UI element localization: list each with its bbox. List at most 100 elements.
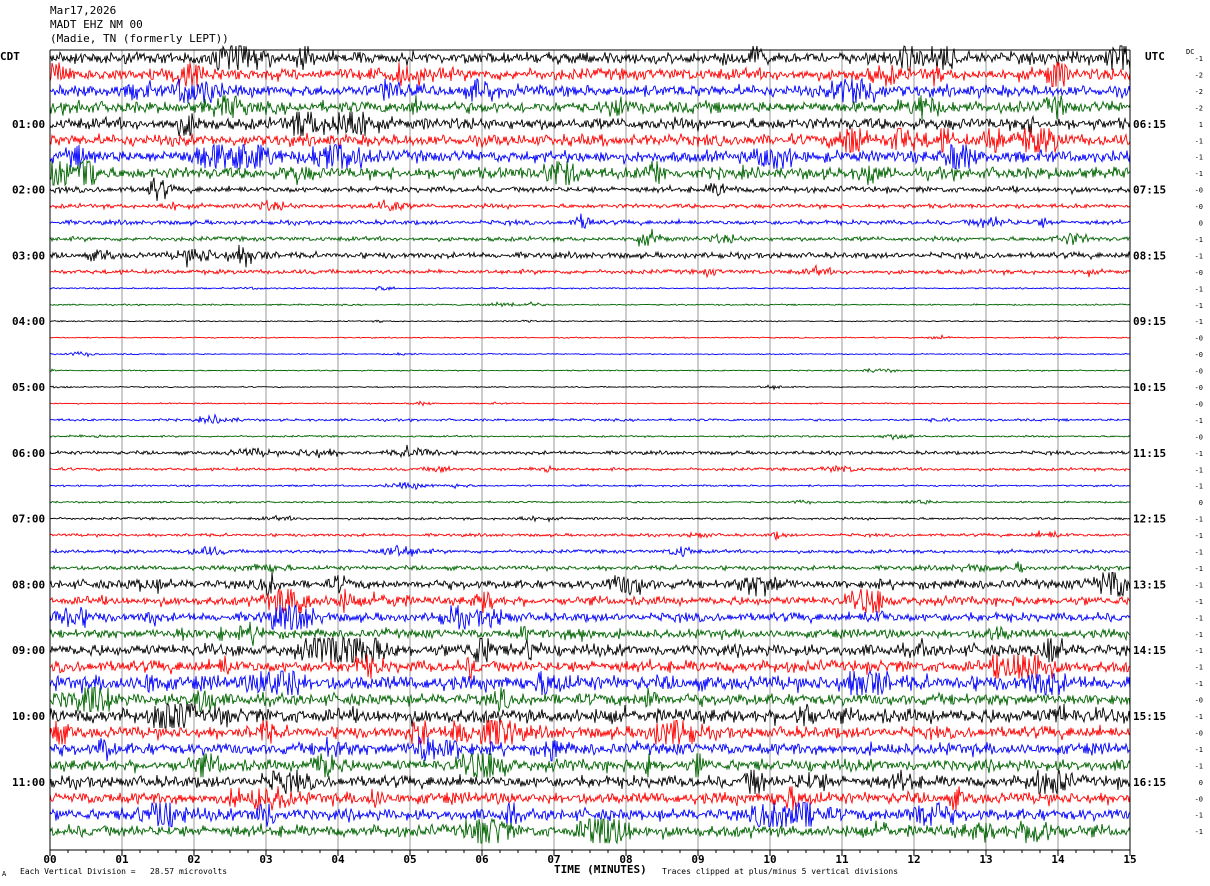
trace-line — [49, 244, 1131, 268]
dc-offset-value: 1 — [1199, 121, 1203, 129]
dc-offset-value: -0 — [1195, 351, 1203, 359]
trace-line — [49, 213, 1131, 230]
trace-line — [49, 514, 1131, 523]
right-hour-label: 12:15 — [1133, 513, 1166, 526]
dc-offset-value: -0 — [1195, 368, 1203, 376]
dc-offset-value: -1 — [1195, 466, 1203, 474]
trace-line — [49, 95, 1131, 120]
left-hour-label: 10:00 — [12, 710, 45, 723]
dc-offset-value: -0 — [1195, 795, 1203, 803]
right-hour-label: 06:15 — [1133, 118, 1166, 131]
trace-line — [49, 481, 1131, 491]
dc-offset-value: -1 — [1195, 746, 1203, 754]
dc-offset-value: -1 — [1195, 598, 1203, 606]
right-hour-label: 16:15 — [1133, 776, 1166, 789]
dc-offset-value: -2 — [1195, 104, 1203, 112]
trace-line — [49, 177, 1131, 201]
right-hour-label: 13:15 — [1133, 578, 1166, 591]
trace-line — [50, 263, 1131, 279]
trace-line — [49, 464, 1131, 474]
corner-mark: A — [2, 870, 7, 878]
left-hour-label: 02:00 — [12, 184, 45, 197]
x-tick-label: 12 — [907, 853, 920, 866]
dc-offset-value: -1 — [1195, 812, 1203, 820]
dc-offset-value: -1 — [1195, 614, 1203, 622]
trace-line — [49, 529, 1131, 542]
x-tick-label: 13 — [979, 853, 992, 866]
dc-offset-value: -1 — [1195, 285, 1203, 293]
trace-line — [49, 703, 1131, 729]
trace-line — [49, 719, 1131, 745]
dc-offset-value: -1 — [1195, 516, 1203, 524]
trace-line — [50, 561, 1131, 574]
trace-line — [49, 127, 1131, 154]
trace-line — [49, 111, 1131, 136]
dc-offset-value: -1 — [1195, 302, 1203, 310]
x-tick-label: 02 — [187, 853, 200, 866]
trace-line — [49, 319, 1131, 324]
dc-offset-value: -1 — [1195, 680, 1203, 688]
dc-offset-value: -1 — [1195, 252, 1203, 260]
scale-note: Each Vertical Division = 28.57 microvolt… — [20, 867, 228, 876]
left-hour-label: 07:00 — [12, 513, 45, 526]
x-tick-label: 15 — [1123, 853, 1136, 866]
left-hour-label: 05:00 — [12, 381, 45, 394]
clip-note: Traces clipped at plus/minus 5 vertical … — [662, 867, 899, 876]
dc-offset-value: -1 — [1195, 170, 1203, 178]
trace-line — [49, 301, 1131, 308]
dc-offset-value: -0 — [1195, 269, 1203, 277]
left-hour-label: 08:00 — [12, 578, 45, 591]
trace-line — [49, 786, 1131, 811]
x-tick-label: 14 — [1051, 853, 1065, 866]
left-hour-label: 03:00 — [12, 249, 45, 262]
dc-offset-value: -0 — [1195, 697, 1203, 705]
dc-offset-value: -0 — [1195, 384, 1203, 392]
dc-offset-value: 0 — [1199, 499, 1203, 507]
left-hour-label: 04:00 — [12, 315, 45, 328]
dc-offset-value: -0 — [1195, 400, 1203, 408]
dc-offset-value: -0 — [1195, 187, 1203, 195]
trace-line — [49, 384, 1131, 391]
trace-line — [49, 350, 1131, 358]
trace-line — [49, 735, 1131, 762]
dc-offset-value: -1 — [1195, 532, 1203, 540]
trace-line — [49, 413, 1131, 425]
left-hour-label: 11:00 — [12, 776, 45, 789]
dc-offset-value: 0 — [1199, 779, 1203, 787]
trace-line — [49, 687, 1131, 712]
trace-line — [49, 636, 1131, 664]
dc-offset-value: -1 — [1195, 828, 1203, 836]
right-hour-label: 10:15 — [1133, 381, 1166, 394]
dc-offset-value: -1 — [1195, 450, 1203, 458]
trace-line — [49, 588, 1131, 614]
trace-line — [49, 159, 1131, 187]
trace-line — [49, 621, 1131, 646]
dc-offset-value: -0 — [1195, 729, 1203, 737]
dc-offset-value: -1 — [1195, 565, 1203, 573]
trace-line — [49, 654, 1131, 681]
trace-line — [49, 670, 1131, 697]
trace-line — [49, 571, 1131, 598]
right-hour-label: 11:15 — [1133, 447, 1166, 460]
dc-offset-value: -0 — [1195, 335, 1203, 343]
trace-line — [49, 333, 1131, 341]
right-hour-label: 14:15 — [1133, 644, 1166, 657]
dc-offset-value: -1 — [1195, 664, 1203, 672]
dc-offset-value: -1 — [1195, 417, 1203, 425]
dc-offset-value: -1 — [1195, 483, 1203, 491]
x-tick-label: 00 — [43, 853, 56, 866]
dc-offset-value: -1 — [1195, 647, 1203, 655]
x-tick-label: 10 — [763, 853, 776, 866]
dc-offset-value: -1 — [1195, 318, 1203, 326]
x-axis-title: TIME (MINUTES) — [554, 863, 647, 876]
helicorder-plot: 00 01 02 03 04 05 06 07 08 09 10 11 12 13 14 15 -1-2-2-… — [12, 44, 1203, 866]
trace-line — [49, 499, 1130, 505]
left-hour-label: 06:00 — [12, 447, 45, 460]
dc-offset-value: -1 — [1195, 154, 1203, 162]
trace-line — [49, 753, 1131, 778]
x-tick-label: 11 — [835, 853, 849, 866]
trace-line — [49, 603, 1131, 631]
trace-line — [49, 367, 1131, 374]
dc-offset-value: -0 — [1195, 203, 1203, 211]
x-tick-label: 09 — [691, 853, 704, 866]
